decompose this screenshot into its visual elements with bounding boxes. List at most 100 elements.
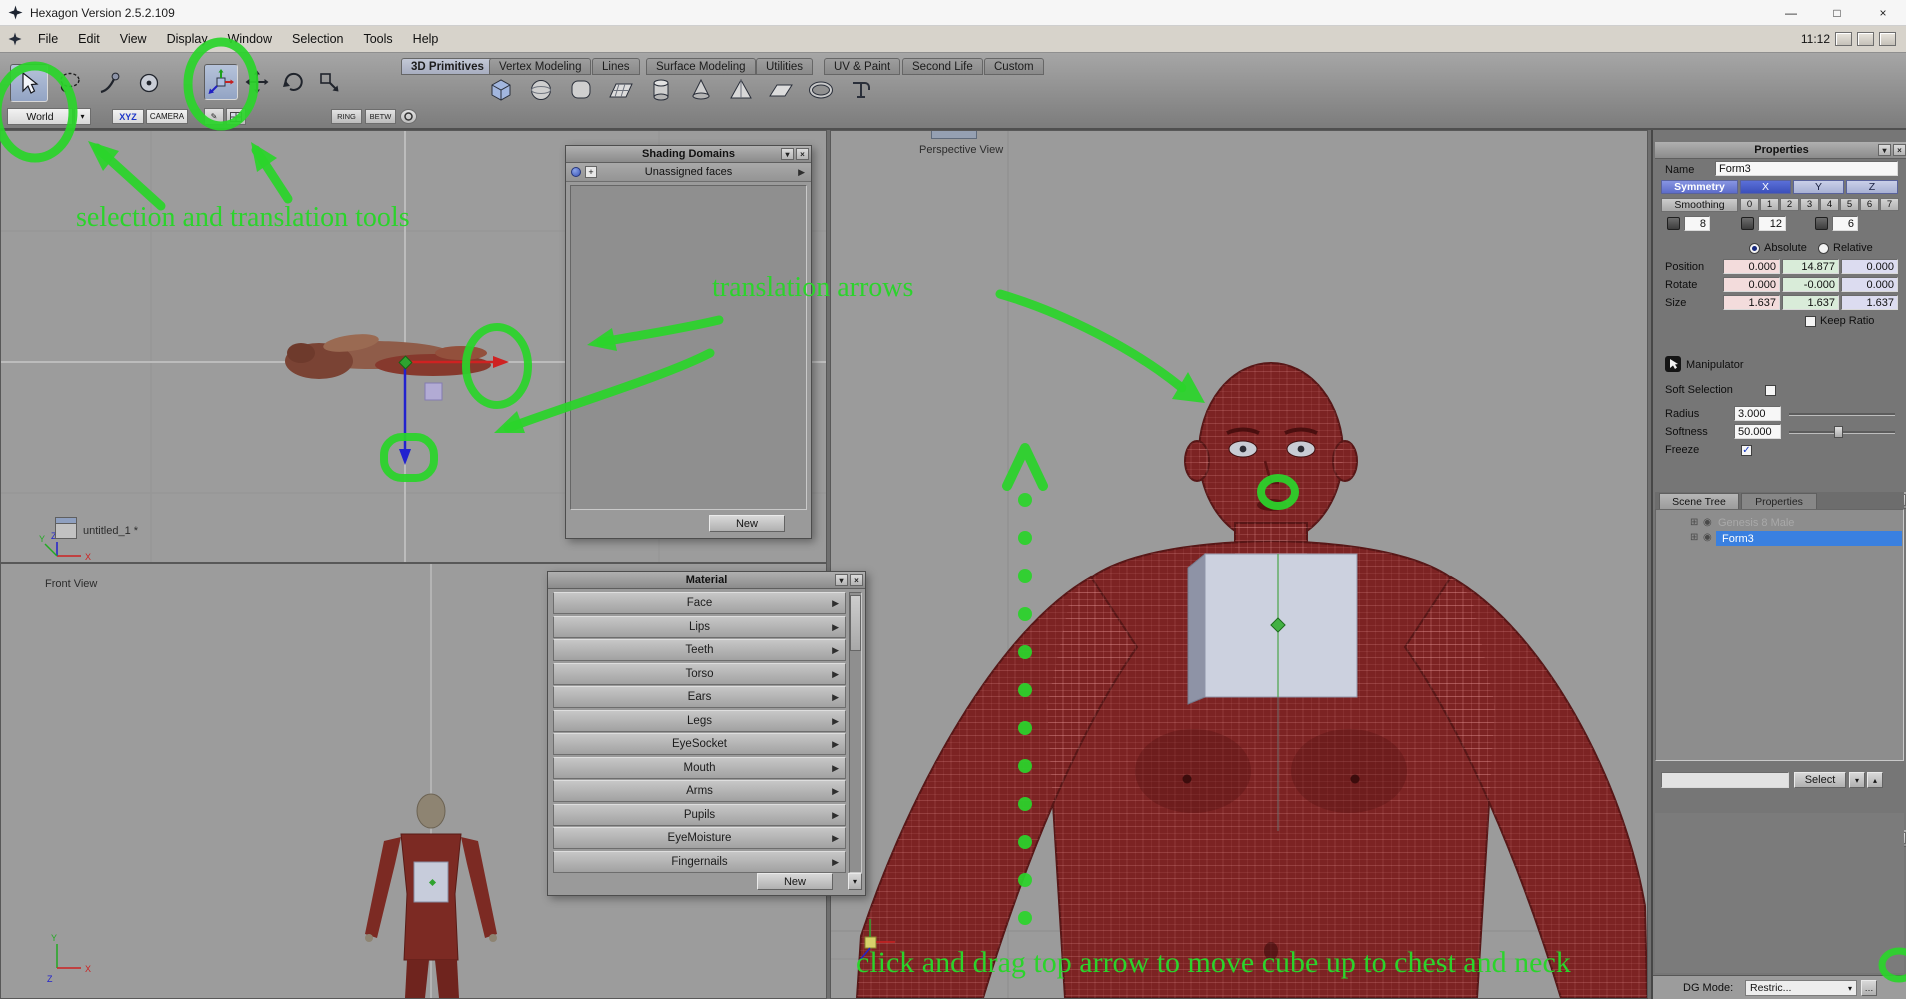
sphere-primitive-button[interactable] <box>523 74 559 106</box>
position-x-field[interactable]: 0.000 <box>1723 259 1780 274</box>
material-item-lips[interactable]: Lips ▶ <box>553 616 846 638</box>
scale-tool-button[interactable] <box>312 64 346 100</box>
menu-edit[interactable]: Edit <box>68 32 110 46</box>
shading-domains-header[interactable]: Shading Domains ▾ × <box>566 146 811 163</box>
symmetry-x-button[interactable]: X <box>1740 180 1791 194</box>
material-close-button[interactable]: × <box>850 574 863 586</box>
menu-selection[interactable]: Selection <box>282 32 353 46</box>
close-button[interactable]: × <box>1860 0 1906 25</box>
properties-panel-header[interactable]: Properties ▾ × <box>1655 142 1906 159</box>
edit-mode-mini-button[interactable]: ✎ <box>204 108 224 125</box>
material-collapse-button[interactable]: ▾ <box>835 574 848 586</box>
menu-view[interactable]: View <box>110 32 157 46</box>
plane-primitive-button[interactable] <box>763 74 799 106</box>
smoothing-level-0[interactable]: 0 <box>1740 198 1759 211</box>
symmetry-z-button[interactable]: Z <box>1846 180 1898 194</box>
move-tool-button[interactable] <box>240 64 274 100</box>
softness-slider-thumb[interactable] <box>1834 426 1843 438</box>
perspective-viewport[interactable]: Perspective View <box>830 130 1648 999</box>
ring-select-button[interactable]: RING <box>331 109 362 124</box>
menu-display[interactable]: Display <box>157 32 218 46</box>
visibility-eye-icon[interactable]: ◉ <box>1703 532 1712 543</box>
rotate-x-field[interactable]: 0.000 <box>1723 277 1780 292</box>
size-y-field[interactable]: 1.637 <box>1782 295 1839 310</box>
material-item-face[interactable]: Face ▶ <box>553 592 846 614</box>
select-tool-button[interactable] <box>10 64 48 102</box>
menu-window[interactable]: Window <box>218 32 282 46</box>
tab-uv-paint[interactable]: UV & Paint <box>824 58 901 75</box>
mdi-restore-icon[interactable] <box>1857 32 1874 46</box>
material-item-ears[interactable]: Ears ▶ <box>553 686 846 708</box>
tab-vertex-modeling[interactable]: Vertex Modeling <box>489 58 592 75</box>
tab-scene-properties[interactable]: Properties <box>1741 493 1817 509</box>
rounded-cube-primitive-button[interactable] <box>563 74 599 106</box>
menu-help[interactable]: Help <box>403 32 449 46</box>
symmetry-y-button[interactable]: Y <box>1793 180 1844 194</box>
scene-item-form3-label[interactable]: Form3 <box>1716 531 1902 546</box>
pyramid-primitive-button[interactable] <box>723 74 759 106</box>
material-item-fingernails[interactable]: Fingernails ▶ <box>553 851 846 873</box>
material-item-torso[interactable]: Torso ▶ <box>553 663 846 685</box>
shading-domains-list-area[interactable] <box>570 185 807 510</box>
position-y-field[interactable]: 14.877 <box>1782 259 1839 274</box>
scene-item-genesis-label[interactable]: Genesis 8 Male <box>1718 517 1794 529</box>
document-thumbnail-icon[interactable] <box>55 517 77 539</box>
size-z-field[interactable]: 1.637 <box>1841 295 1898 310</box>
scene-next-button[interactable]: ▴ <box>1867 772 1883 788</box>
world-dropdown-arrow-icon[interactable]: ▾ <box>74 108 91 125</box>
properties-collapse-button[interactable]: ▾ <box>1878 144 1891 156</box>
menu-tools[interactable]: Tools <box>353 32 402 46</box>
smoothing-level-7[interactable]: 7 <box>1880 198 1899 211</box>
smoothing-level-2[interactable]: 2 <box>1780 198 1799 211</box>
relative-radio[interactable] <box>1818 243 1829 254</box>
material-item-teeth[interactable]: Teeth ▶ <box>553 639 846 661</box>
smoothing-level-4[interactable]: 4 <box>1820 198 1839 211</box>
xyz-toggle-button[interactable]: XYZ <box>112 109 144 124</box>
smoothing-level-6[interactable]: 6 <box>1860 198 1879 211</box>
soft-selection-checkbox[interactable] <box>1765 385 1776 396</box>
shading-domain-row[interactable]: + Unassigned faces ▶ <box>566 163 811 182</box>
shading-domains-collapse-button[interactable]: ▾ <box>781 148 794 160</box>
material-item-eyemoisture[interactable]: EyeMoisture ▶ <box>553 827 846 849</box>
dg-mode-dropdown[interactable]: Restric... ▾ <box>1745 980 1857 996</box>
mdi-minimize-icon[interactable] <box>1835 32 1852 46</box>
material-panel-header[interactable]: Material ▾ × <box>548 572 865 589</box>
scene-tree-row-form3[interactable]: ⊞ ◉ Form3 <box>1656 531 1903 546</box>
between-select-button[interactable]: BETW <box>365 109 396 124</box>
torus-primitive-button[interactable] <box>803 74 839 106</box>
material-item-eyesocket[interactable]: EyeSocket ▶ <box>553 733 846 755</box>
helix-primitive-button[interactable] <box>843 74 879 106</box>
tab-custom[interactable]: Custom <box>984 58 1044 75</box>
menu-file[interactable]: File <box>28 32 68 46</box>
material-new-button[interactable]: New <box>757 873 833 890</box>
lasso-select-button[interactable] <box>50 64 88 102</box>
grid-primitive-button[interactable] <box>603 74 639 106</box>
tab-scene-tree[interactable]: Scene Tree <box>1659 493 1739 509</box>
tree-expand-icon[interactable]: ⊞ <box>1690 532 1698 543</box>
rotate-y-field[interactable]: -0.000 <box>1782 277 1839 292</box>
tab-lines[interactable]: Lines <box>592 58 640 75</box>
material-item-mouth[interactable]: Mouth ▶ <box>553 757 846 779</box>
freeze-checkbox[interactable]: ✓ <box>1741 445 1752 456</box>
material-scroll-down-button[interactable]: ▾ <box>848 873 862 890</box>
add-domain-icon[interactable]: + <box>585 166 597 178</box>
mdi-close-icon[interactable] <box>1879 32 1896 46</box>
material-item-pupils[interactable]: Pupils ▶ <box>553 804 846 826</box>
scene-tree-row-genesis[interactable]: ⊞ ◉ Genesis 8 Male <box>1656 516 1903 531</box>
name-field[interactable]: Form3 <box>1715 161 1898 176</box>
smoothing-level-1[interactable]: 1 <box>1760 198 1779 211</box>
shading-domains-new-button[interactable]: New <box>709 515 785 532</box>
tree-expand-icon[interactable]: ⊞ <box>1690 517 1698 528</box>
keep-ratio-checkbox[interactable] <box>1805 316 1816 327</box>
area-select-button[interactable] <box>130 64 168 102</box>
faces-mode-mini-button[interactable] <box>226 108 246 125</box>
material-item-arms[interactable]: Arms ▶ <box>553 780 846 802</box>
material-scrollbar[interactable] <box>849 592 862 873</box>
absolute-radio[interactable] <box>1749 243 1760 254</box>
tab-3d-primitives[interactable]: 3D Primitives <box>401 58 494 75</box>
rotate-tool-button[interactable] <box>276 64 310 100</box>
radius-field[interactable]: 3.000 <box>1734 406 1781 421</box>
tab-second-life[interactable]: Second Life <box>902 58 983 75</box>
viewport-splitter-handle[interactable] <box>931 131 977 139</box>
cone-primitive-button[interactable] <box>683 74 719 106</box>
